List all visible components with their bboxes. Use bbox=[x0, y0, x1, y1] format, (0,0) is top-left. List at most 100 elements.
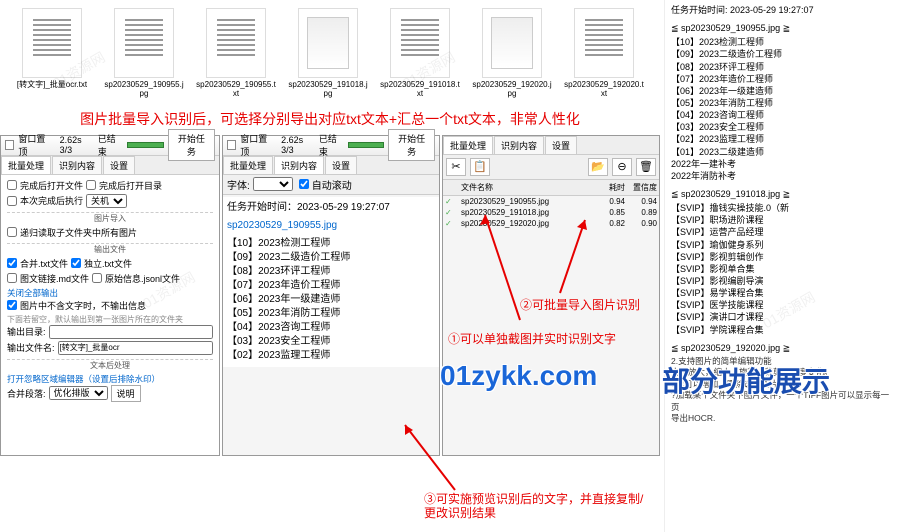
out-dir-input[interactable] bbox=[49, 325, 213, 339]
detail-button[interactable]: 说明 bbox=[111, 385, 141, 402]
file-label: sp20230529_190955.txt bbox=[196, 81, 276, 99]
json-label: 原始信息.jsonl文件 bbox=[105, 272, 180, 285]
file-item[interactable]: sp20230529_190955.jpg bbox=[104, 8, 184, 99]
delete-icon[interactable]: 🗑 bbox=[636, 158, 656, 176]
right-line: 【SVIP】运营产品经理 bbox=[671, 226, 894, 238]
recurse-checkbox[interactable] bbox=[7, 227, 17, 237]
file-item[interactable]: sp20230529_191018.txt bbox=[380, 8, 460, 99]
table-row[interactable]: ✓sp20230529_190955.jpg0.940.94 bbox=[443, 196, 659, 207]
md-label: 图文链接.md文件 bbox=[20, 272, 89, 285]
file-label: sp20230529_190955.jpg bbox=[104, 81, 184, 99]
start-button[interactable]: 开始任务 bbox=[168, 129, 215, 161]
start-time-value: 2023-05-29 19:27:07 bbox=[297, 202, 390, 213]
progress-bar-2 bbox=[348, 142, 385, 148]
right-output: 任务开始时间: 2023-05-29 19:27:07 ≦ sp20230529… bbox=[664, 0, 900, 532]
right-line: 【01】2023二级建造师 bbox=[671, 146, 894, 158]
opt-after-exec[interactable] bbox=[7, 196, 17, 206]
row-conf: 0.89 bbox=[625, 208, 657, 217]
opt2-label: 完成后打开目录 bbox=[99, 179, 162, 192]
file-item[interactable]: sp20230529_190955.txt bbox=[196, 8, 276, 99]
tab-batch[interactable]: 批量处理 bbox=[1, 156, 51, 174]
file1-head: ≦ sp20230529_190955.jpg ≧ bbox=[671, 22, 894, 34]
section-output: 输出文件 bbox=[7, 243, 213, 255]
pin-label: 窗口置顶 bbox=[18, 132, 51, 158]
no-text-chk[interactable] bbox=[7, 300, 17, 310]
opt-open-file[interactable] bbox=[7, 180, 17, 190]
file2-head: ≦ sp20230529_191018.jpg ≧ bbox=[671, 188, 894, 200]
json-chk[interactable] bbox=[92, 273, 102, 283]
auto-scroll-chk[interactable] bbox=[299, 179, 309, 189]
default-hint: 下面若留空，默认输出到第一张图片所在的文件夹 bbox=[7, 314, 213, 325]
out-dir-label: 输出目录: bbox=[7, 325, 46, 338]
file-label: sp20230529_192020.jpg bbox=[472, 81, 552, 99]
start-time-label: 任务开始时间： bbox=[227, 202, 297, 213]
single-txt-chk[interactable] bbox=[71, 258, 81, 268]
md-chk[interactable] bbox=[7, 273, 17, 283]
row-time: 0.85 bbox=[593, 208, 625, 217]
result-line: 【09】2023二级造价工程师 bbox=[227, 251, 435, 265]
annotation-3: ③可实施预览识别后的文字，并直接复制/更改识别结果 bbox=[424, 492, 654, 521]
result-line: 【02】2023监理工程师 bbox=[227, 349, 435, 363]
file-thumbnails: [转文字]_批量ocr.txt sp20230529_190955.jpg sp20… bbox=[0, 0, 660, 103]
tab-content-3[interactable]: 识别内容 bbox=[494, 136, 544, 154]
font-label: 字体: bbox=[227, 177, 250, 192]
panel-batch: 窗口置顶 2.62s 3/3 已结束 开始任务 批量处理 识别内容 设置 完成后… bbox=[0, 135, 220, 456]
shutdown-select[interactable]: 关机 bbox=[86, 194, 127, 208]
tab-batch-3[interactable]: 批量处理 bbox=[443, 136, 493, 154]
banner-text: 图片批量导入识别后，可选择分别导出对应txt文本+汇总一个txt文本，非常人性化 bbox=[0, 103, 660, 135]
tab-content-2[interactable]: 识别内容 bbox=[274, 156, 324, 174]
tab-settings-2[interactable]: 设置 bbox=[325, 156, 357, 174]
no-text-label: 图片中不含文字时，不输出信息 bbox=[20, 299, 146, 312]
tab-content[interactable]: 识别内容 bbox=[52, 156, 102, 174]
paste-icon[interactable]: 📋 bbox=[470, 158, 490, 176]
close-all-link[interactable]: 关闭全部输出 bbox=[7, 287, 213, 299]
out-file-input[interactable] bbox=[58, 341, 213, 355]
tab-batch-2[interactable]: 批量处理 bbox=[223, 156, 273, 174]
row-time: 0.94 bbox=[593, 197, 625, 206]
file-icon bbox=[574, 8, 634, 78]
merge-para-label: 合并段落: bbox=[7, 387, 46, 400]
right-line: 【SVIP】撸钱实操技能.0（新 bbox=[671, 202, 894, 214]
out-file-label: 输出文件名: bbox=[7, 341, 55, 354]
file-item[interactable]: [转文字]_批量ocr.txt bbox=[12, 8, 92, 99]
file-icon bbox=[390, 8, 450, 78]
start-button-2[interactable]: 开始任务 bbox=[388, 129, 435, 161]
recurse-label: 递归读取子文件夹中所有图片 bbox=[20, 226, 137, 239]
auto-scroll-label: 自动滚动 bbox=[312, 177, 352, 192]
opt3-label: 本次完成后执行 bbox=[20, 194, 83, 207]
right-line: 【05】2023年消防工程师 bbox=[671, 97, 894, 109]
file-label: [转文字]_批量ocr.txt bbox=[17, 81, 87, 90]
right-line: 导出HOCR. bbox=[671, 413, 894, 424]
file-item[interactable]: sp20230529_192020.jpg bbox=[472, 8, 552, 99]
result-line: 【03】2023安全工程师 bbox=[227, 335, 435, 349]
file-label: sp20230529_191018.txt bbox=[380, 81, 460, 99]
time-stat: 2.62s 3/3 bbox=[60, 135, 94, 155]
right-line: 【SVIP】学院课程合集 bbox=[671, 324, 894, 336]
result-line: 【07】2023年造价工程师 bbox=[227, 279, 435, 293]
merge-txt-chk[interactable] bbox=[7, 258, 17, 268]
pin-checkbox[interactable] bbox=[5, 140, 14, 150]
file-item[interactable]: sp20230529_191018.jpg bbox=[288, 8, 368, 99]
file-icon bbox=[206, 8, 266, 78]
open-folder-icon[interactable]: 📂 bbox=[588, 158, 608, 176]
tab-settings[interactable]: 设置 bbox=[103, 156, 135, 174]
merge-select[interactable]: 优化排版 bbox=[49, 386, 108, 400]
opt-open-dir[interactable] bbox=[86, 180, 96, 190]
time-stat-2: 2.62s 3/3 bbox=[281, 135, 315, 155]
annotation-1: ①可以单独截图并实时识别文字 bbox=[448, 330, 616, 347]
tab-settings-3[interactable]: 设置 bbox=[545, 136, 577, 154]
right-line: 【02】2023监理工程师 bbox=[671, 133, 894, 145]
merge-txt-label: 合并.txt文件 bbox=[20, 257, 68, 270]
right-line: 【SVIP】瑜伽健身系列 bbox=[671, 239, 894, 251]
pin-checkbox-2[interactable] bbox=[227, 140, 236, 150]
output-text[interactable]: 任务开始时间：2023-05-29 19:27:07 sp20230529_19… bbox=[223, 197, 439, 367]
right-line: 【SVIP】易学课程合集 bbox=[671, 287, 894, 299]
right-line: 【10】2023检测工程师 bbox=[671, 36, 894, 48]
font-select[interactable] bbox=[253, 177, 293, 191]
result-line: 【08】2023环评工程师 bbox=[227, 265, 435, 279]
screenshot-icon[interactable]: ✂ bbox=[446, 158, 466, 176]
clear-icon[interactable]: ⊖ bbox=[612, 158, 632, 176]
row-name: sp20230529_190955.jpg bbox=[461, 197, 593, 206]
open-editor-link[interactable]: 打开忽略区域编辑器（设置后排除水印） bbox=[7, 373, 213, 385]
file-item[interactable]: sp20230529_192020.txt bbox=[564, 8, 644, 99]
